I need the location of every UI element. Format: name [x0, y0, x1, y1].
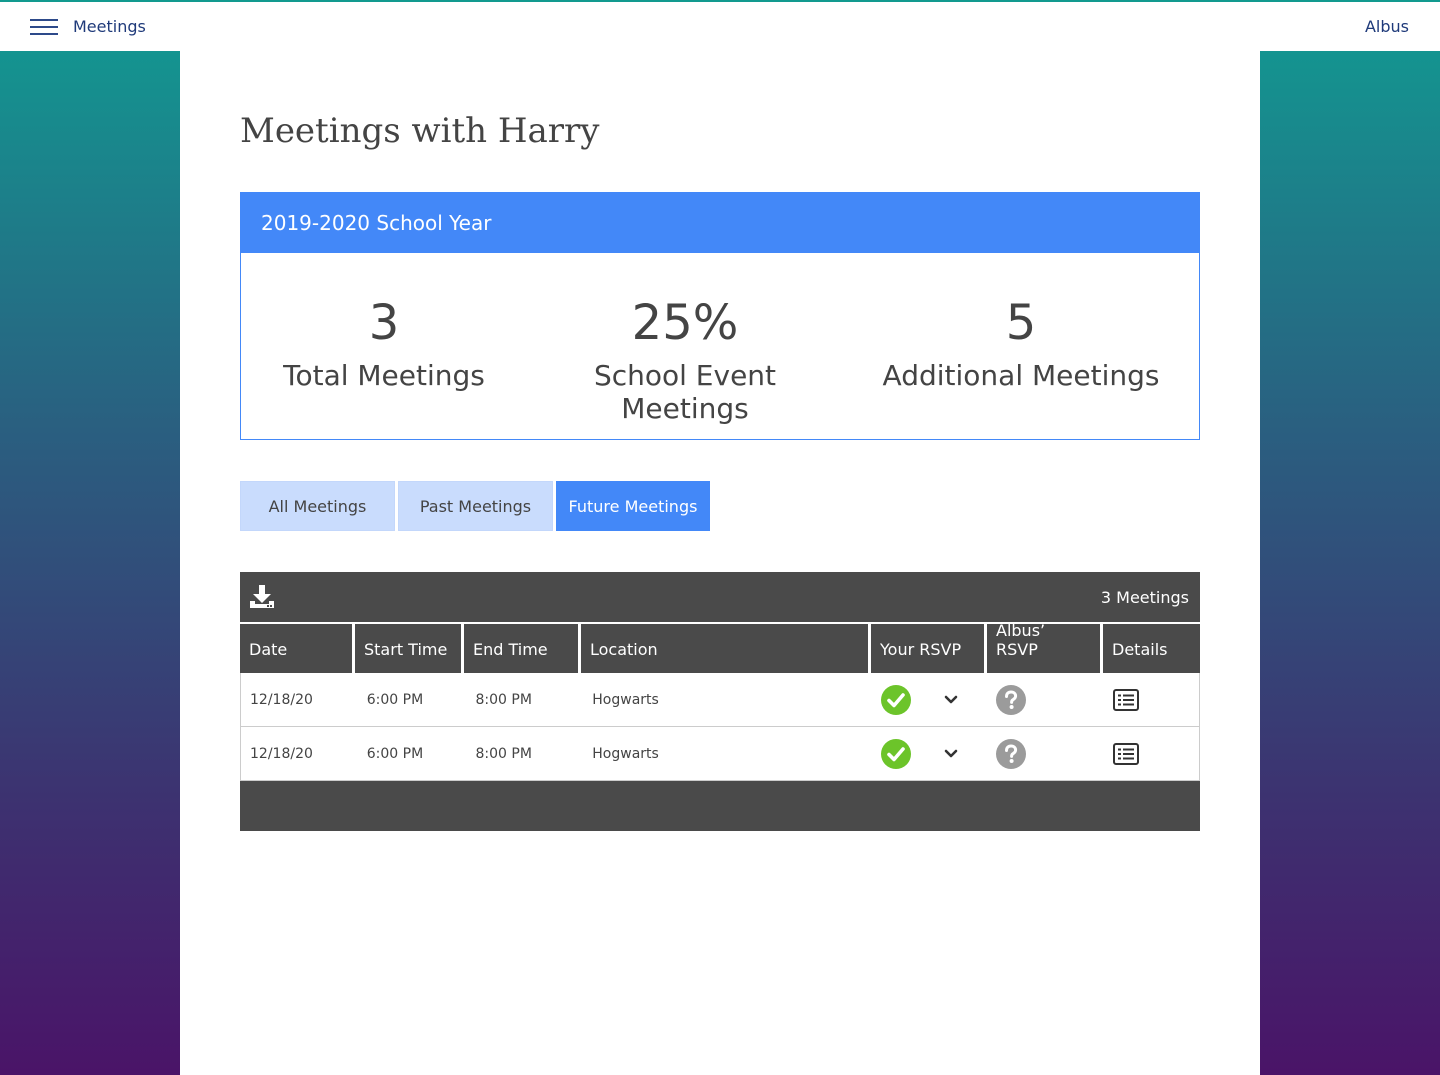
meetings-table: 3 Meetings Date Start Time End Time Loca…: [240, 572, 1200, 831]
check-circle-icon[interactable]: [880, 684, 911, 715]
page-title: Meetings with Harry: [240, 111, 600, 151]
question-circle-icon: [996, 738, 1027, 769]
cell-start-time: 6:00 PM: [366, 691, 424, 708]
cell-date: 12/18/20: [250, 745, 313, 762]
meeting-count: 3 Meetings: [1100, 587, 1189, 607]
column-header-location[interactable]: Location: [581, 624, 871, 673]
summary-header: 2019-2020 School Year: [241, 193, 1199, 253]
table-toolbar: 3 Meetings: [240, 572, 1200, 622]
user-menu[interactable]: Albus: [1365, 17, 1409, 36]
cell-your-rsvp: [871, 738, 987, 769]
hamburger-icon[interactable]: [30, 18, 58, 36]
nav-title: Meetings: [73, 17, 146, 36]
stat-value: 3: [368, 295, 400, 351]
stat-additional-meetings: 5 Additional Meetings: [843, 253, 1199, 439]
cell-date: 12/18/20: [250, 691, 313, 708]
table-row: 12/18/20 6:00 PM 8:00 PM Hogwarts: [241, 673, 1199, 727]
column-header-albus-rsvp[interactable]: Albus’ RSVP: [987, 621, 1103, 673]
stat-value: 25%: [631, 295, 739, 351]
top-nav-bar: Meetings Albus: [0, 0, 1440, 51]
main-content: Meetings with Harry 2019-2020 School Yea…: [180, 51, 1260, 1075]
summary-card: 2019-2020 School Year 3 Total Meetings 2…: [240, 192, 1200, 440]
table-row: 12/18/20 6:00 PM 8:00 PM Hogwarts: [241, 727, 1199, 781]
stat-value: 5: [1005, 295, 1037, 351]
list-icon[interactable]: [1113, 688, 1140, 711]
column-header-details[interactable]: Details: [1103, 624, 1200, 673]
tab-past-meetings[interactable]: Past Meetings: [398, 481, 553, 531]
column-header-start-time[interactable]: Start Time: [355, 624, 464, 673]
nav-left: Meetings: [30, 17, 146, 36]
column-header-end-time[interactable]: End Time: [464, 624, 581, 673]
stats-row: 3 Total Meetings 25% School Event Meetin…: [241, 253, 1199, 439]
cell-albus-rsvp: [986, 684, 1102, 715]
download-icon[interactable]: [249, 584, 275, 610]
question-circle-icon: [996, 684, 1027, 715]
stat-label: School Event Meetings: [593, 359, 777, 425]
table-header: Date Start Time End Time Location Your R…: [240, 621, 1200, 673]
table-body: 12/18/20 6:00 PM 8:00 PM Hogwarts 12/18/…: [240, 673, 1200, 781]
cell-end-time: 8:00 PM: [475, 691, 532, 708]
list-icon[interactable]: [1113, 742, 1140, 765]
check-circle-icon[interactable]: [880, 738, 911, 769]
tab-all-meetings[interactable]: All Meetings: [240, 481, 395, 531]
column-header-your-rsvp[interactable]: Your RSVP: [871, 624, 987, 673]
cell-start-time: 6:00 PM: [366, 745, 424, 762]
stat-school-event-meetings: 25% School Event Meetings: [527, 253, 843, 439]
cell-location: Hogwarts: [592, 691, 659, 708]
cell-location: Hogwarts: [592, 745, 659, 762]
table-footer: [240, 781, 1200, 831]
cell-details: [1102, 742, 1199, 765]
chevron-down-icon[interactable]: [944, 749, 958, 759]
stat-label: Additional Meetings: [882, 359, 1160, 392]
tab-future-meetings[interactable]: Future Meetings: [556, 481, 710, 531]
stat-total-meetings: 3 Total Meetings: [241, 253, 527, 439]
stat-label: Total Meetings: [283, 359, 485, 392]
chevron-down-icon[interactable]: [944, 695, 958, 705]
cell-your-rsvp: [871, 684, 987, 715]
cell-details: [1102, 688, 1199, 711]
cell-albus-rsvp: [986, 738, 1102, 769]
column-header-date[interactable]: Date: [240, 624, 355, 673]
meeting-tabs: All Meetings Past Meetings Future Meetin…: [240, 481, 713, 531]
cell-end-time: 8:00 PM: [475, 745, 532, 762]
